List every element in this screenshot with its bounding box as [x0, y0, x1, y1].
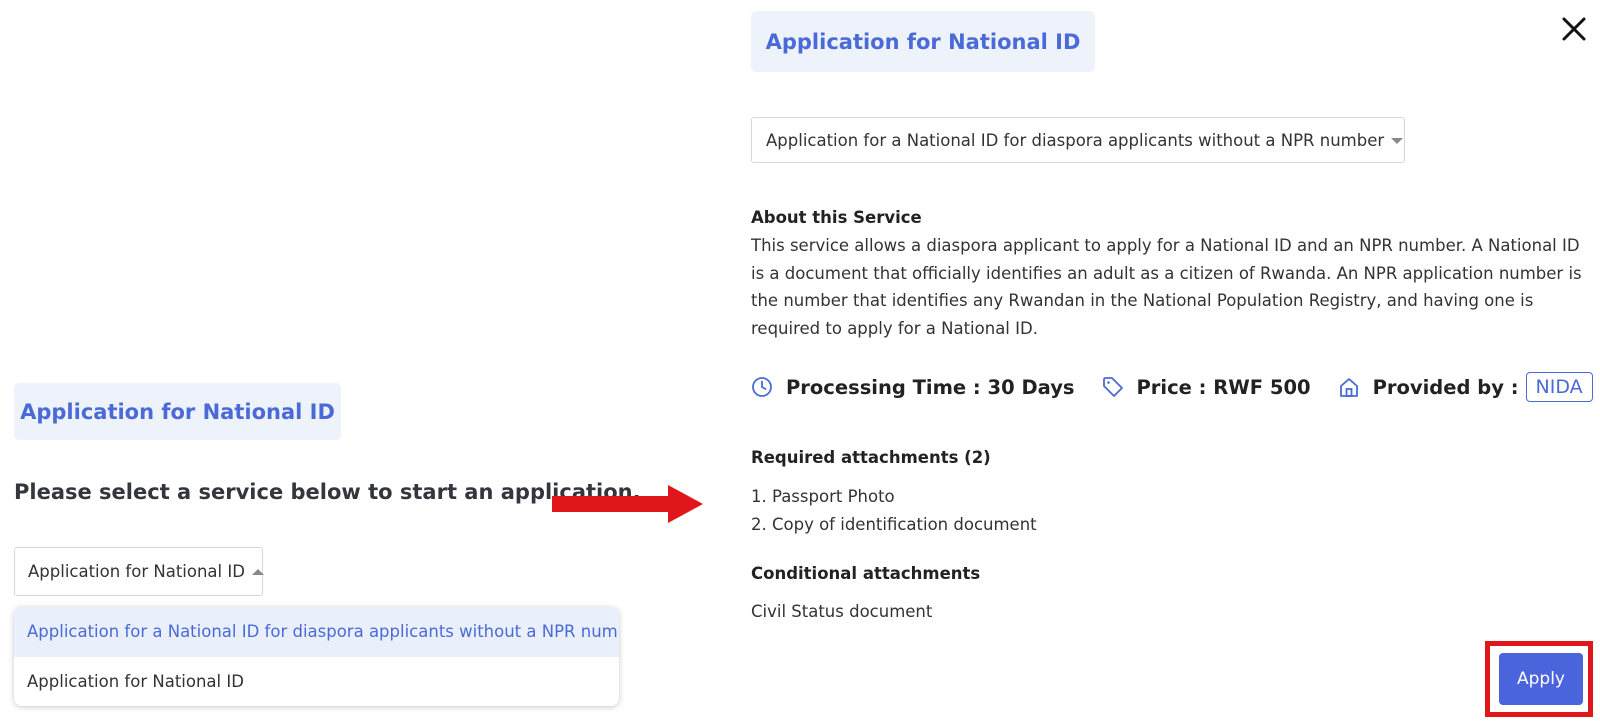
left-service-title: Application for National ID — [20, 399, 335, 424]
right-service-chip: Application for National ID — [751, 11, 1095, 72]
about-heading: About this Service — [751, 208, 922, 227]
required-attachments-list: 1. Passport Photo 2. Copy of identificat… — [751, 483, 1037, 538]
page: Application for National ID Please selec… — [0, 0, 1600, 721]
dropdown-option-diaspora[interactable]: Application for a National ID for diaspo… — [14, 607, 619, 657]
dropdown-option-national-id[interactable]: Application for National ID — [14, 657, 619, 707]
close-icon[interactable] — [1560, 14, 1588, 44]
left-select-value: Application for National ID — [28, 562, 245, 581]
right-service-select[interactable]: Application for a National ID for diaspo… — [751, 117, 1405, 163]
select-service-prompt: Please select a service below to start a… — [14, 480, 641, 504]
processing-time: Processing Time : 30 Days — [786, 375, 1075, 399]
required-attachments-heading: Required attachments (2) — [751, 448, 991, 467]
list-item: Civil Status document — [751, 602, 933, 621]
right-select-value: Application for a National ID for diaspo… — [766, 130, 1385, 150]
dropdown-option-label: Application for a National ID for diaspo… — [27, 622, 619, 642]
clock-icon — [751, 376, 773, 398]
left-service-select[interactable]: Application for National ID — [14, 547, 264, 596]
service-dropdown-menu: Application for a National ID for diaspo… — [14, 607, 619, 706]
home-icon — [1338, 376, 1360, 398]
list-item: 1. Passport Photo — [751, 487, 895, 506]
apply-button[interactable]: Apply — [1499, 653, 1583, 705]
about-description: This service allows a diaspora applicant… — [751, 236, 1582, 338]
provider-badge: NIDA — [1525, 372, 1593, 402]
left-service-chip: Application for National ID — [14, 383, 341, 440]
tag-icon — [1102, 376, 1124, 398]
list-item: 2. Copy of identification document — [751, 514, 1037, 534]
conditional-attachments-heading: Conditional attachments — [751, 564, 981, 583]
caret-up-icon — [251, 569, 264, 575]
provided-by-label: Provided by : — [1372, 375, 1519, 399]
caret-down-icon — [1391, 138, 1404, 144]
right-service-title: Application for National ID — [765, 29, 1081, 54]
annotation-arrow-icon — [552, 485, 703, 523]
service-price: Price : RWF 500 — [1136, 375, 1311, 399]
service-meta-row: Processing Time : 30 Days Price : RWF 50… — [751, 371, 1593, 403]
dropdown-option-label: Application for National ID — [27, 671, 244, 691]
